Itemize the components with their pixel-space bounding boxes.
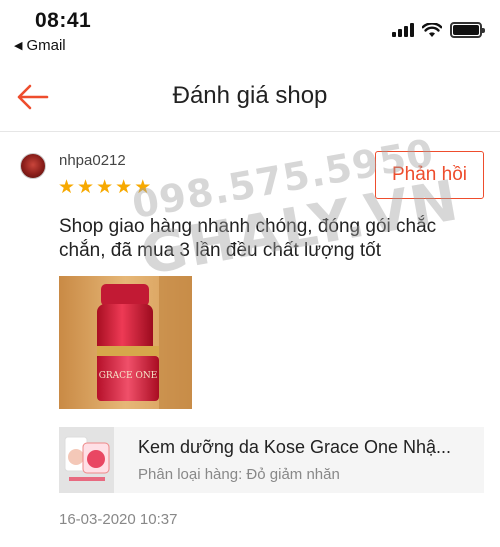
product-name: Kem dưỡng da Kose Grace One Nhậ... (138, 437, 452, 457)
reviewer-username: nhpa0212 (59, 152, 126, 169)
page-header: Đánh giá shop (0, 62, 500, 132)
back-triangle-icon: ◀ (14, 40, 23, 52)
review-photo[interactable]: GRACE ONE (59, 276, 192, 409)
product-photo-image: GRACE ONE (59, 276, 192, 409)
status-bar: 08:41 ◀ Gmail (0, 0, 500, 60)
star-icon: ★ (96, 177, 114, 198)
avatar[interactable] (20, 153, 46, 179)
star-icon: ★ (134, 177, 152, 198)
battery-icon (450, 22, 485, 38)
review-comment: Shop giao hàng nhanh chóng, đóng gói chắ… (59, 216, 437, 261)
page-title: Đánh giá shop (172, 82, 328, 109)
review-item: nhpa0212 ★ ★ ★ ★ ★ Phản hồi Shop giao hà… (0, 133, 500, 547)
product-card[interactable]: Kem dưỡng da Kose Grace One Nhậ... Phân … (59, 427, 484, 493)
status-icons (392, 22, 485, 38)
reply-button[interactable]: Phản hồi (375, 151, 484, 199)
product-variation: Phân loại hàng: Đỏ giảm nhăn (138, 466, 340, 483)
wifi-icon (422, 22, 442, 37)
review-date: 16-03-2020 10:37 (59, 511, 178, 528)
rating-stars: ★ ★ ★ ★ ★ (58, 178, 151, 197)
status-time: 08:41 (35, 9, 92, 32)
product-thumbnail (59, 427, 114, 493)
back-app-label: Gmail (26, 37, 66, 54)
cellular-signal-icon (392, 23, 414, 37)
star-icon: ★ (77, 177, 95, 198)
star-icon: ★ (58, 177, 76, 198)
star-icon: ★ (115, 177, 133, 198)
back-to-app-link[interactable]: ◀ Gmail (14, 37, 66, 54)
photo-brand-text: GRACE ONE (99, 371, 158, 381)
